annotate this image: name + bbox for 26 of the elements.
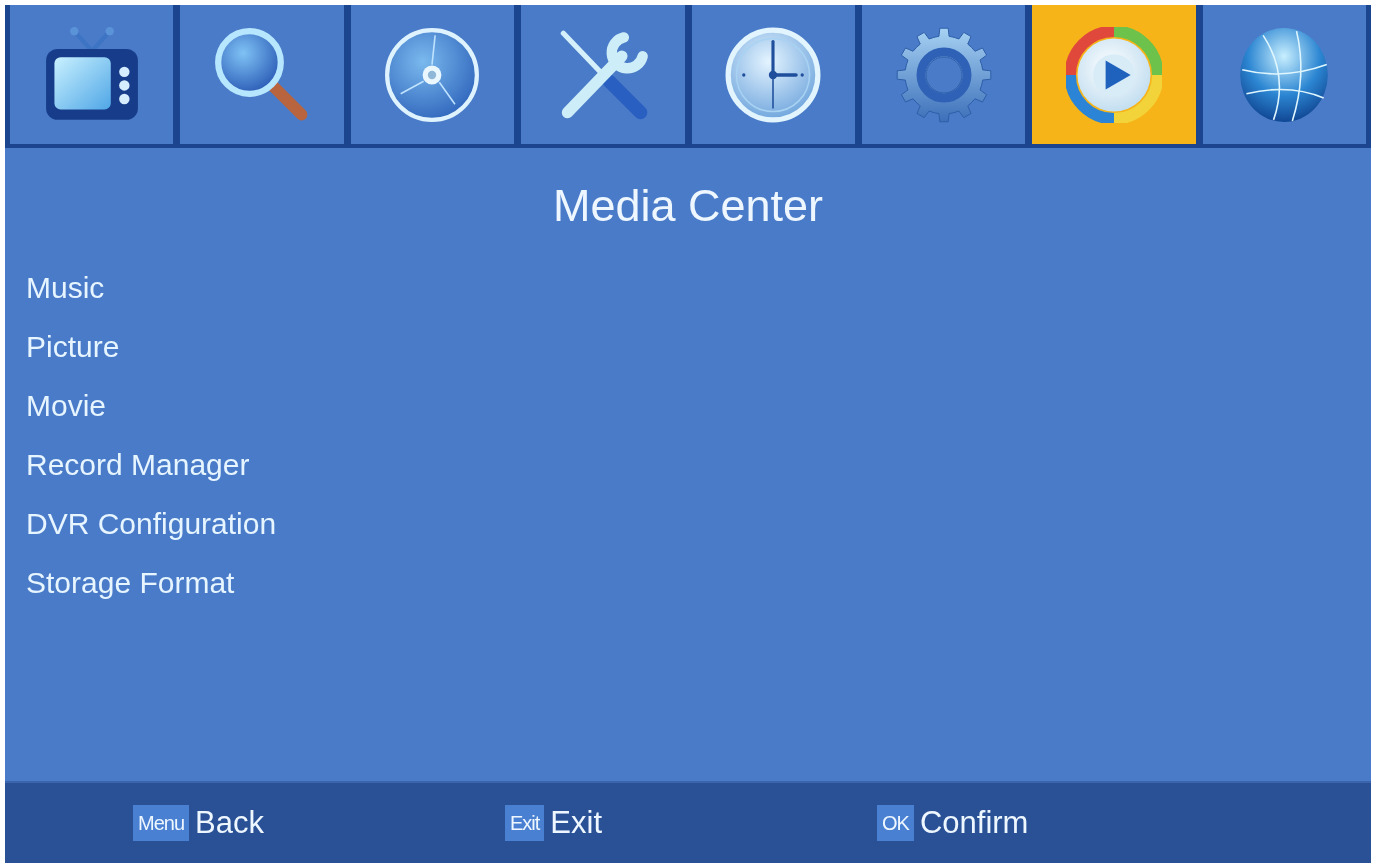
menu-tab[interactable]	[10, 5, 174, 144]
menu-item[interactable]: Movie	[26, 376, 107, 435]
disc-icon	[384, 26, 481, 123]
key-hint: Menu	[133, 805, 190, 841]
screen-title: Media Center	[552, 180, 824, 232]
menu-item[interactable]: DVR Configuration	[26, 494, 277, 553]
key-hint: OK	[877, 805, 914, 841]
tv-icon	[43, 26, 140, 123]
hint-label: Confirm	[919, 805, 1029, 841]
menu-item[interactable]: Record Manager	[26, 435, 250, 494]
menu-tab[interactable]	[861, 5, 1026, 144]
hint-label: Back	[195, 805, 264, 841]
gear-icon	[895, 26, 992, 123]
menu-item[interactable]: Picture	[26, 317, 120, 376]
menu-item[interactable]: Storage Format	[26, 553, 235, 612]
menu-tab[interactable]	[521, 5, 685, 144]
key-hint: Exit	[505, 805, 545, 841]
hint-label: Exit	[550, 805, 603, 841]
menu-tab[interactable]	[180, 5, 344, 144]
menu-tab[interactable]	[350, 5, 515, 144]
menu-tab[interactable]	[1202, 5, 1366, 144]
menu-item[interactable]: Music	[26, 258, 105, 317]
clock-icon	[725, 26, 822, 123]
play-icon	[1065, 26, 1162, 123]
menu-tab[interactable]	[691, 5, 855, 144]
menu-tab[interactable]	[1032, 5, 1196, 144]
